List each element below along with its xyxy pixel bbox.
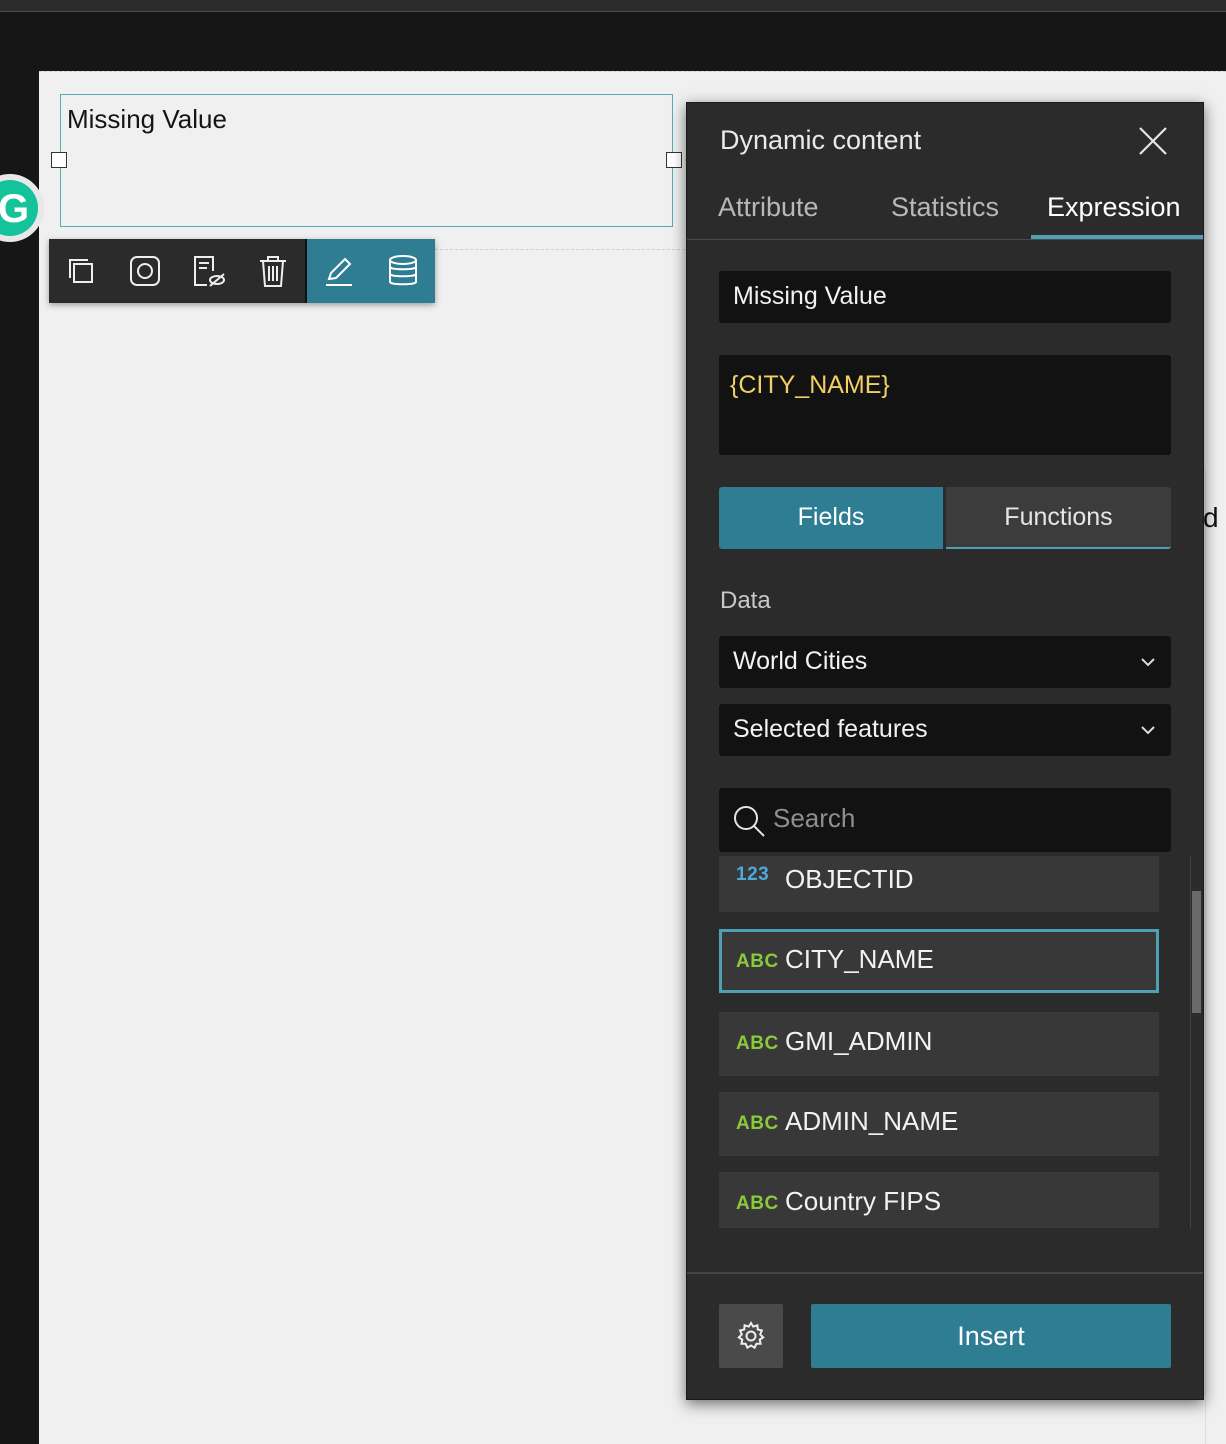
string-type-icon: ABC — [736, 1193, 779, 1214]
widget-toolbar — [49, 239, 435, 303]
field-name: CITY_NAME — [785, 944, 934, 974]
field-list-item-selected[interactable]: ABC CITY_NAME — [719, 929, 1159, 993]
active-tab-indicator — [1031, 235, 1203, 239]
field-name: ADMIN_NAME — [785, 1106, 959, 1136]
panel-tabs: Attribute Statistics Expression — [687, 183, 1203, 240]
field-name: GMI_ADMIN — [785, 1026, 933, 1056]
panel-title: Dynamic content — [720, 125, 922, 155]
string-type-icon: ABC — [736, 1113, 779, 1134]
app-top-bar — [0, 0, 1226, 12]
string-type-icon: ABC — [736, 1033, 779, 1054]
pen-icon[interactable] — [307, 239, 371, 303]
close-icon[interactable] — [1135, 123, 1171, 159]
chevron-down-icon — [1141, 726, 1155, 735]
tab-statistics[interactable]: Statistics — [891, 183, 999, 239]
guide-line — [435, 249, 685, 250]
selection-mode-select[interactable]: Selected features — [719, 704, 1171, 756]
canvas-right-region — [1205, 470, 1226, 1444]
screenshot-icon[interactable] — [113, 239, 177, 303]
number-type-icon: 123 — [736, 864, 770, 885]
field-list-item[interactable]: ABC Country FIPS — [719, 1172, 1159, 1228]
data-label: Data — [720, 587, 771, 614]
data-source-value: World Cities — [733, 647, 868, 675]
field-search-input[interactable]: Search — [719, 788, 1171, 852]
footer-divider — [687, 1272, 1203, 1274]
string-type-icon: ABC — [736, 951, 779, 972]
title-input[interactable]: Missing Value — [719, 271, 1171, 323]
field-name: Country FIPS — [785, 1186, 942, 1216]
gear-icon — [737, 1321, 765, 1350]
functions-toggle-button[interactable]: Functions — [946, 487, 1171, 549]
field-name: OBJECTID — [785, 864, 914, 894]
dynamic-content-panel: Dynamic content Attribute Statistics Exp… — [686, 102, 1204, 1400]
field-list-item[interactable]: ABC ADMIN_NAME — [719, 1092, 1159, 1156]
selection-mode-value: Selected features — [733, 715, 928, 743]
expression-editor[interactable]: {CITY_NAME} — [719, 355, 1171, 455]
settings-button[interactable] — [719, 1304, 783, 1368]
resize-handle-left[interactable] — [51, 152, 67, 168]
resize-handle-right[interactable] — [666, 152, 682, 168]
scrollbar-thumb[interactable] — [1192, 891, 1201, 1013]
fields-toggle-button[interactable]: Fields — [719, 487, 943, 549]
chevron-down-icon — [1141, 658, 1155, 667]
database-icon[interactable] — [371, 239, 435, 303]
svg-text:G: G — [0, 187, 29, 231]
field-list-item[interactable]: 123 OBJECTID — [719, 856, 1159, 912]
duplicate-icon[interactable] — [49, 239, 113, 303]
delete-icon[interactable] — [241, 239, 305, 303]
field-list-item[interactable]: ABC GMI_ADMIN — [719, 1012, 1159, 1076]
search-icon — [734, 806, 765, 837]
grammarly-icon[interactable]: G — [0, 170, 48, 246]
data-source-select[interactable]: World Cities — [719, 636, 1171, 688]
tab-expression[interactable]: Expression — [1047, 183, 1181, 239]
edit-off-icon[interactable] — [177, 239, 241, 303]
search-placeholder: Search — [773, 803, 856, 833]
insert-button[interactable]: Insert — [811, 1304, 1171, 1368]
clipped-text: d — [1203, 502, 1219, 533]
tab-attribute[interactable]: Attribute — [718, 183, 819, 239]
text-widget-content[interactable]: Missing Value — [67, 104, 227, 135]
